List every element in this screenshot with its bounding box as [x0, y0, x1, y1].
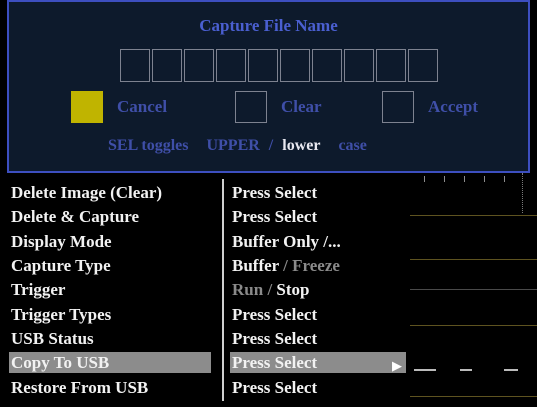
filename-char-slot[interactable]: [312, 49, 342, 82]
graticule-line: [404, 325, 537, 326]
dialog-title: Capture File Name: [199, 16, 338, 35]
cancel-button-label: Cancel: [117, 97, 168, 116]
graticule-line: [404, 396, 537, 397]
dialog-button-row: Cancel Clear Accept: [9, 90, 528, 124]
menu-item-label: Display Mode: [11, 232, 112, 251]
menu-item-label: Restore From USB: [11, 378, 149, 397]
menu-item-label: Trigger Types: [11, 305, 112, 324]
menu-item-trigger-types[interactable]: Trigger Types Press Select: [6, 302, 410, 326]
graticule-tick: [464, 176, 465, 182]
graticule-vertical-line: [522, 173, 523, 213]
menu-item-restore-from-usb[interactable]: Restore From USB Press Select: [6, 375, 410, 399]
graticule-tick: [424, 176, 425, 182]
filename-char-slot[interactable]: [344, 49, 374, 82]
trigger-stop: Stop: [276, 280, 310, 299]
cancel-button-indicator: [71, 91, 103, 123]
menu-item-value: Run / Stop: [232, 279, 408, 300]
filename-char-slot[interactable]: [152, 49, 182, 82]
graticule-line: [404, 259, 537, 260]
waveform-trace: [414, 369, 436, 371]
value-separator: /: [267, 280, 273, 299]
case-hint-prefix: SEL toggles: [108, 137, 189, 154]
menu-item-value: Buffer Only /...: [232, 232, 341, 251]
menu-item-capture-type[interactable]: Capture Type Buffer / Freeze: [6, 253, 410, 277]
capture-file-name-dialog: Capture File Name Cancel Clear Accept SE…: [7, 0, 530, 173]
menu-item-label: Capture Type: [11, 256, 111, 275]
trigger-run: Run: [232, 280, 264, 299]
case-separator: /: [268, 137, 274, 154]
menu-item-value: Press Select ▶: [230, 352, 406, 373]
menu-item-value: Press Select: [232, 305, 318, 324]
graticule-line: [404, 289, 537, 290]
graticule-tick: [484, 176, 485, 182]
filename-char-slot[interactable]: [216, 49, 246, 82]
menu-item-label: USB Status: [11, 329, 94, 348]
menu-item-usb-status[interactable]: USB Status Press Select: [6, 326, 410, 350]
case-toggle-hint: SEL toggles UPPER / lower case: [108, 137, 367, 155]
filename-char-slot[interactable]: [376, 49, 406, 82]
waveform-trace: [460, 369, 472, 371]
value-separator: /: [283, 256, 288, 275]
menu-item-delete-capture[interactable]: Delete & Capture Press Select: [6, 204, 410, 228]
menu-item-label: Delete & Capture: [11, 207, 140, 226]
case-lower: lower: [282, 137, 321, 154]
menu-item-value: Press Select: [232, 183, 318, 202]
menu-item-trigger[interactable]: Trigger Run / Stop: [6, 277, 410, 301]
cancel-button[interactable]: Cancel: [71, 90, 167, 124]
accept-button-label: Accept: [428, 97, 479, 116]
capture-menu: Delete Image (Clear) Press Select Delete…: [6, 179, 410, 404]
accept-button-indicator: [382, 91, 414, 123]
waveform-background: [404, 173, 537, 407]
menu-item-display-mode[interactable]: Display Mode Buffer Only /...: [6, 229, 410, 253]
menu-item-delete-image[interactable]: Delete Image (Clear) Press Select: [6, 180, 410, 204]
menu-item-label: Delete Image (Clear): [11, 183, 163, 202]
case-upper: UPPER: [206, 137, 260, 154]
filename-char-slot[interactable]: [184, 49, 214, 82]
menu-item-value: Press Select: [232, 378, 318, 397]
clear-button-label: Clear: [281, 97, 322, 116]
menu-item-label: Copy To USB: [9, 352, 211, 373]
waveform-trace: [504, 369, 518, 371]
filename-char-slot[interactable]: [120, 49, 150, 82]
menu-item-copy-to-usb[interactable]: Copy To USB Press Select ▶: [6, 350, 410, 374]
graticule-line: [404, 215, 537, 216]
menu-item-value: Buffer / Freeze: [232, 255, 408, 276]
graticule-tick: [504, 176, 505, 182]
filename-char-slot[interactable]: [248, 49, 278, 82]
accept-button[interactable]: Accept: [382, 90, 478, 124]
filename-character-slots: [120, 49, 440, 82]
case-hint-suffix: case: [338, 137, 367, 154]
right-arrow-icon: ▶: [392, 358, 402, 373]
capture-type-freeze: Freeze: [292, 256, 340, 275]
filename-char-slot[interactable]: [280, 49, 310, 82]
menu-item-value: Press Select: [232, 329, 318, 348]
graticule-tick: [444, 176, 445, 182]
filename-char-slot[interactable]: [408, 49, 438, 82]
capture-type-buffer: Buffer: [232, 256, 279, 275]
menu-item-value: Press Select: [232, 207, 318, 226]
menu-item-label: Trigger: [11, 280, 66, 299]
clear-button-indicator: [235, 91, 267, 123]
clear-button[interactable]: Clear: [235, 90, 322, 124]
